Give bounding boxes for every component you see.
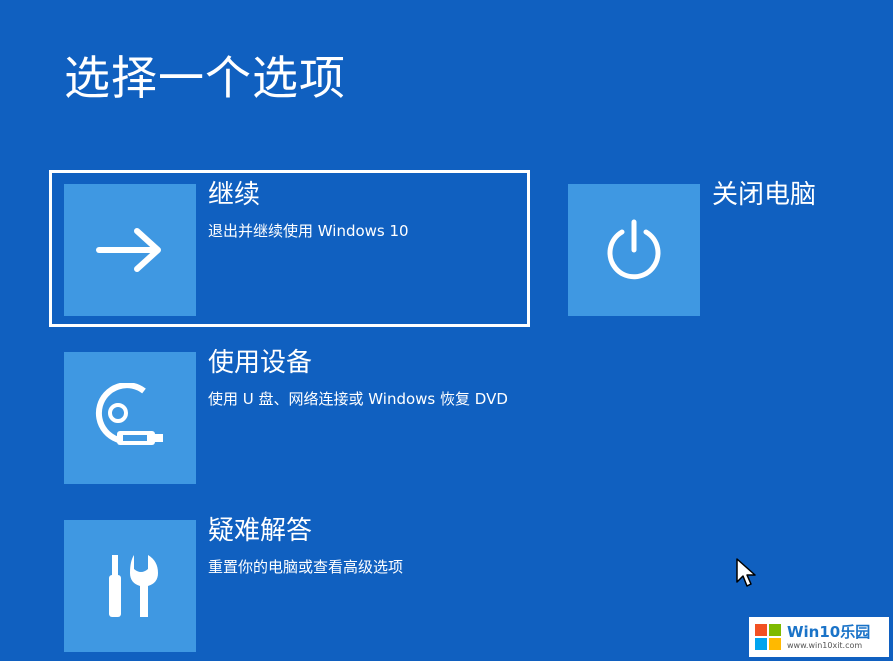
page-title: 选择一个选项 — [64, 51, 346, 105]
power-icon — [607, 219, 661, 280]
option-troubleshoot-desc: 重置你的电脑或查看高级选项 — [208, 558, 404, 576]
watermark-title: Win10乐园 — [787, 623, 871, 642]
windows-logo-icon — [755, 624, 781, 650]
tools-icon — [109, 555, 158, 617]
option-troubleshoot-label: 疑难解答 — [208, 516, 313, 546]
watermark-url: www.win10xit.com — [787, 640, 863, 650]
continue-tile[interactable] — [64, 184, 196, 316]
mouse-cursor-icon — [736, 558, 756, 587]
use-device-tile[interactable] — [64, 352, 196, 484]
disc-usb-icon — [95, 383, 163, 445]
option-use-device-label: 使用设备 — [208, 348, 313, 378]
option-continue[interactable]: 继续 退出并继续使用 Windows 10 — [64, 180, 530, 316]
option-continue-desc: 退出并继续使用 Windows 10 — [208, 222, 409, 240]
watermark: Win10乐园 www.win10xit.com — [749, 617, 889, 657]
shutdown-tile[interactable] — [568, 184, 700, 316]
option-continue-label: 继续 — [208, 180, 261, 210]
option-troubleshoot[interactable]: 疑难解答 重置你的电脑或查看高级选项 — [64, 516, 530, 652]
option-use-device[interactable]: 使用设备 使用 U 盘、网络连接或 Windows 恢复 DVD — [64, 348, 530, 484]
troubleshoot-tile[interactable] — [64, 520, 196, 652]
arrow-right-icon — [96, 228, 161, 272]
option-shutdown-label: 关闭电脑 — [712, 180, 817, 210]
option-shutdown[interactable]: 关闭电脑 — [568, 180, 858, 316]
option-use-device-desc: 使用 U 盘、网络连接或 Windows 恢复 DVD — [208, 390, 508, 408]
